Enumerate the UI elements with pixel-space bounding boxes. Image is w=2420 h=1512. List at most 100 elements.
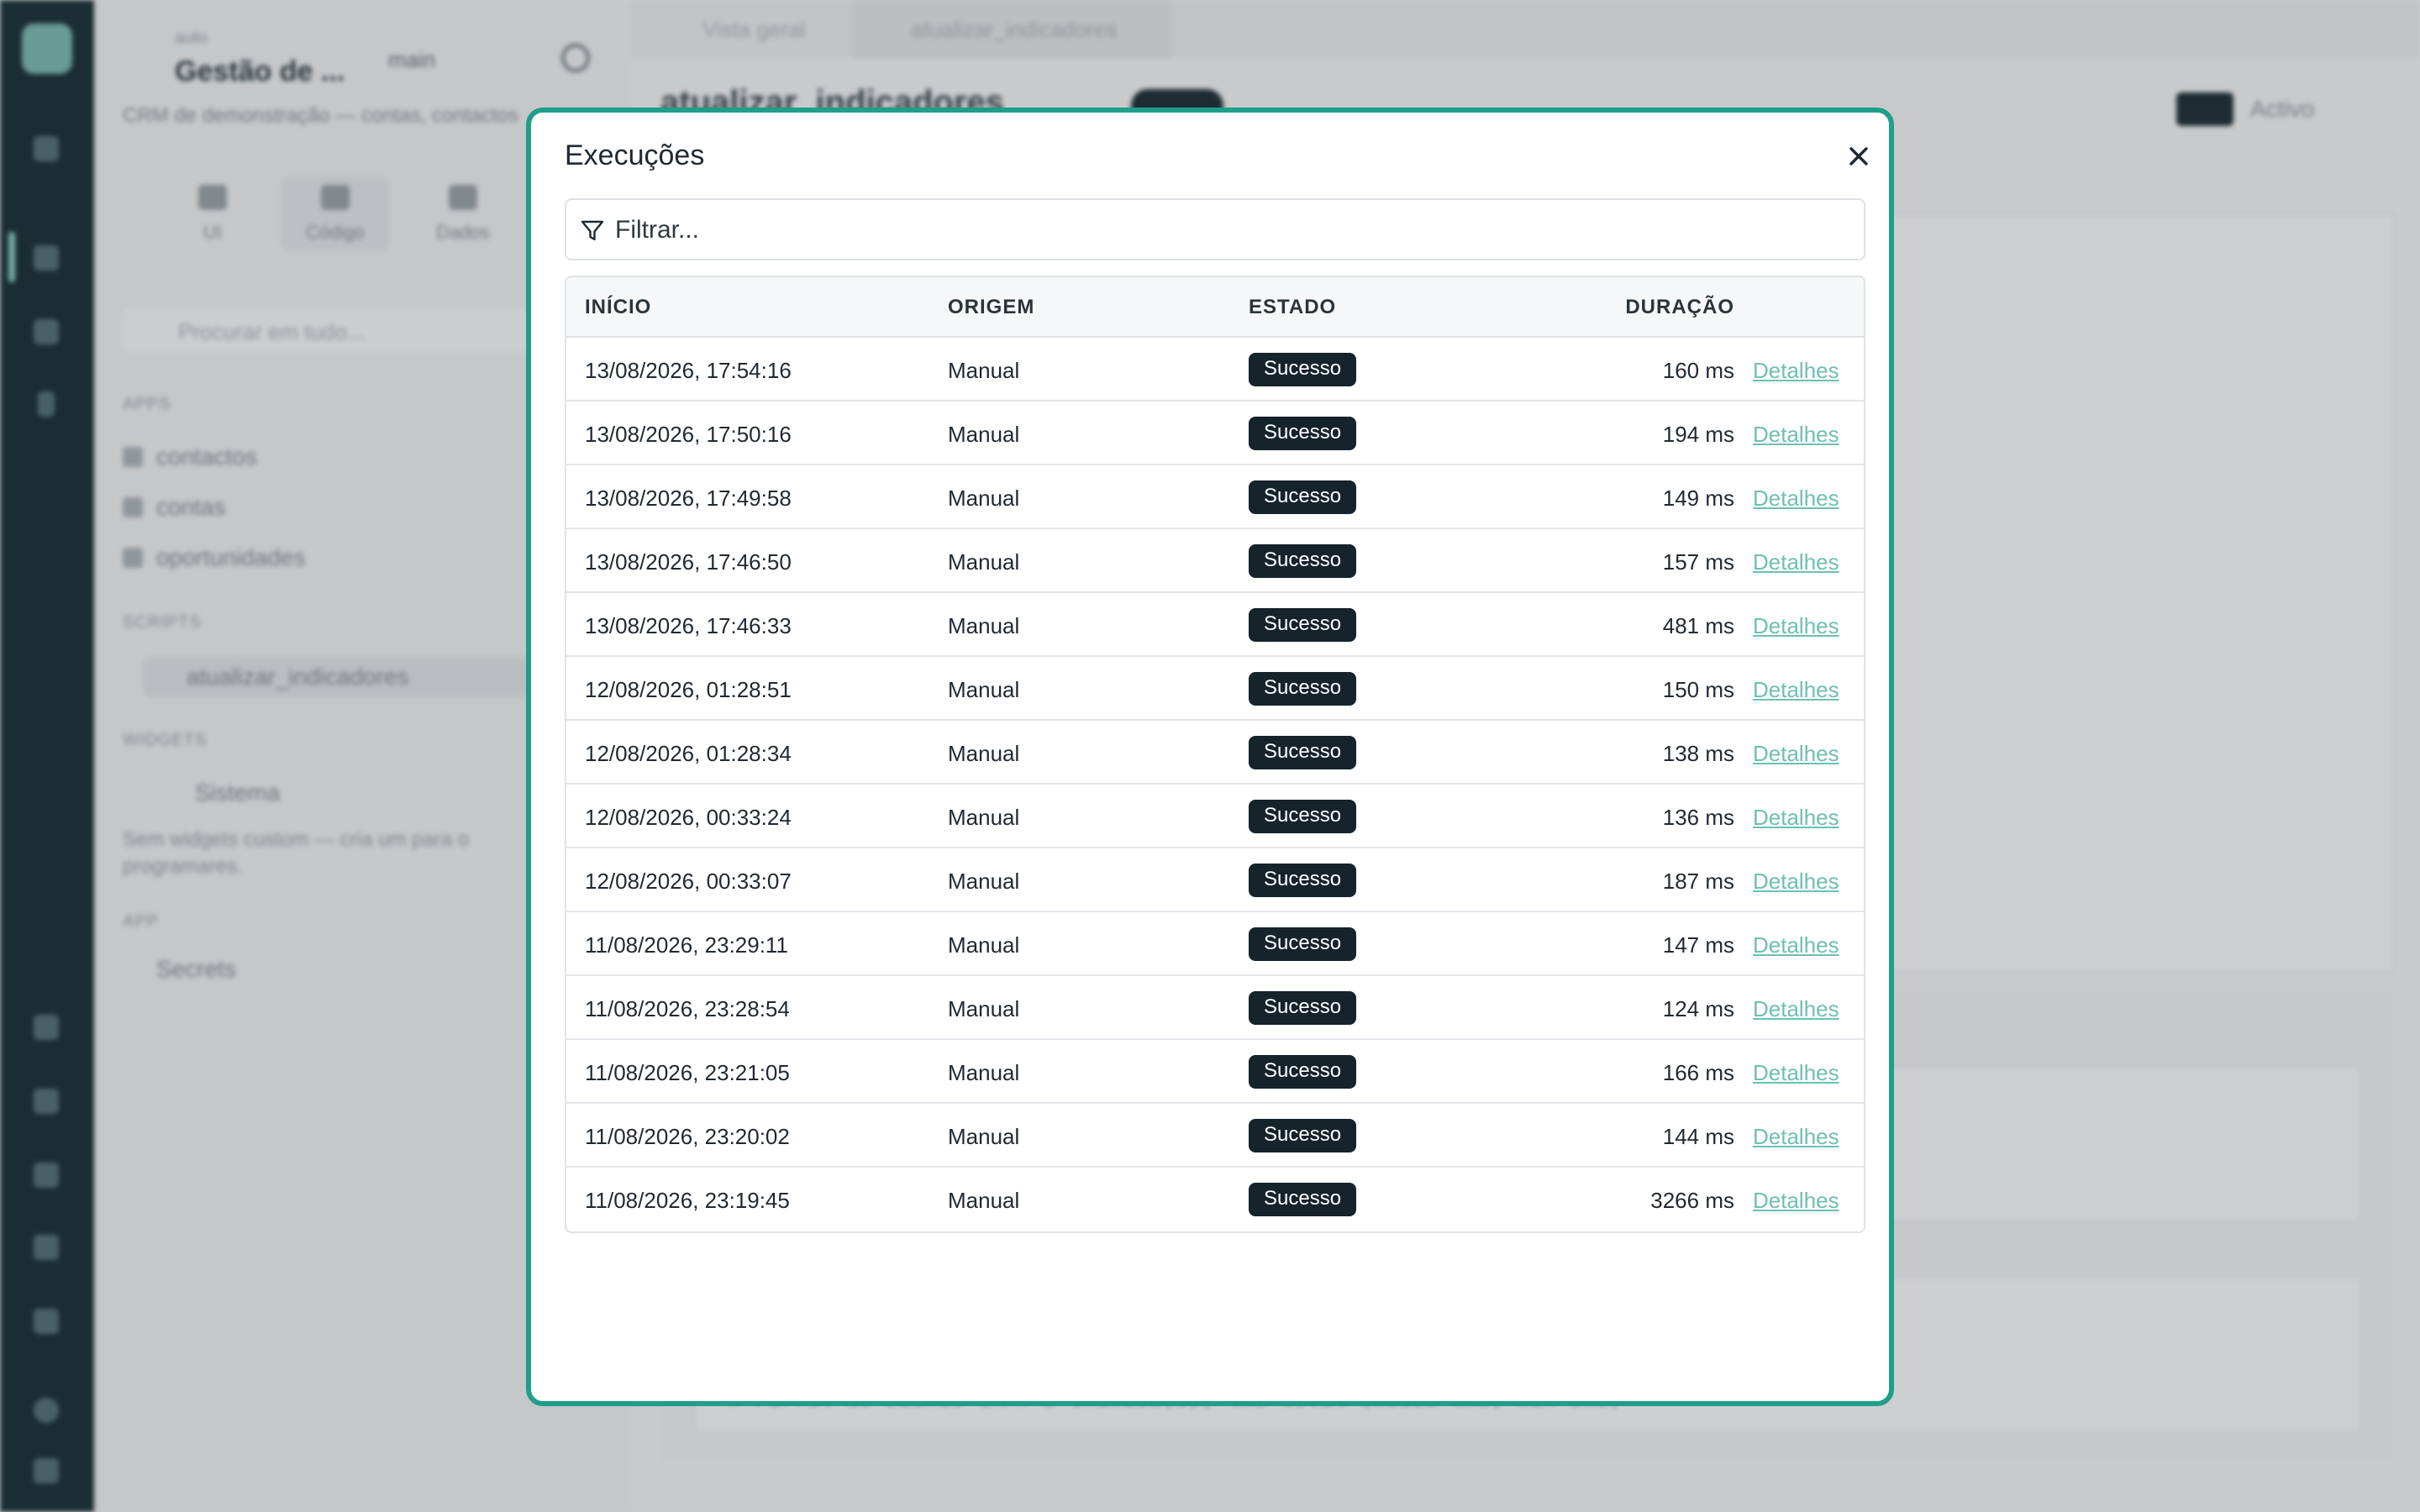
- duration: 124 ms: [1662, 996, 1734, 1021]
- table-row[interactable]: 12/08/2026, 00:33:24 Manual Sucesso 136 ms D…: [566, 785, 1864, 848]
- table-row[interactable]: 13/08/2026, 17:46:33 Manual Sucesso 481 ms D…: [566, 593, 1864, 657]
- status-badge: Sucesso: [1249, 1055, 1357, 1089]
- table-row[interactable]: 13/08/2026, 17:49:58 Manual Sucesso 149 ms D…: [566, 465, 1864, 529]
- duration: 166 ms: [1662, 1060, 1734, 1085]
- details-link[interactable]: Detalhes: [1753, 1188, 1839, 1214]
- close-icon[interactable]: [1842, 139, 1876, 173]
- state-cell: Sucesso: [1249, 927, 1357, 961]
- table-row[interactable]: 13/08/2026, 17:46:50 Manual Sucesso 157 ms D…: [566, 529, 1864, 593]
- table-header: INÍCIO ORIGEM ESTADO DURAÇÃO: [566, 277, 1864, 338]
- start-time: 11/08/2026, 23:21:05: [585, 1060, 790, 1085]
- details-link[interactable]: Detalhes: [1753, 741, 1839, 767]
- status-badge: Sucesso: [1249, 800, 1357, 833]
- status-badge: Sucesso: [1249, 991, 1357, 1025]
- duration: 481 ms: [1662, 613, 1734, 638]
- details-link[interactable]: Detalhes: [1753, 996, 1839, 1022]
- duration: 157 ms: [1662, 549, 1734, 575]
- details-link[interactable]: Detalhes: [1753, 358, 1839, 384]
- start-time: 11/08/2026, 23:29:11: [585, 932, 788, 958]
- table-row[interactable]: 11/08/2026, 23:28:54 Manual Sucesso 124 ms D…: [566, 976, 1864, 1040]
- duration: 194 ms: [1662, 422, 1734, 447]
- origin: Manual: [948, 677, 1020, 702]
- status-badge: Sucesso: [1249, 736, 1357, 769]
- start-time: 12/08/2026, 01:28:51: [585, 677, 792, 702]
- details-link[interactable]: Detalhes: [1753, 677, 1839, 703]
- origin: Manual: [948, 422, 1020, 447]
- state-cell: Sucesso: [1249, 480, 1357, 514]
- table-row[interactable]: 11/08/2026, 23:20:02 Manual Sucesso 144 ms D…: [566, 1104, 1864, 1168]
- filter-field[interactable]: [565, 198, 1865, 260]
- start-time: 13/08/2026, 17:54:16: [585, 358, 792, 383]
- executions-table: INÍCIO ORIGEM ESTADO DURAÇÃO 13/08/2026,…: [565, 276, 1865, 1233]
- origin: Manual: [948, 1124, 1020, 1149]
- status-badge: Sucesso: [1249, 1119, 1357, 1152]
- duration: 187 ms: [1662, 869, 1734, 894]
- details-link[interactable]: Detalhes: [1753, 932, 1839, 958]
- origin: Manual: [948, 932, 1020, 958]
- status-badge: Sucesso: [1249, 864, 1357, 897]
- duration: 160 ms: [1662, 358, 1734, 383]
- details-link[interactable]: Detalhes: [1753, 1124, 1839, 1150]
- status-badge: Sucesso: [1249, 672, 1357, 706]
- origin: Manual: [948, 869, 1020, 894]
- details-link[interactable]: Detalhes: [1753, 1060, 1839, 1086]
- state-cell: Sucesso: [1249, 800, 1357, 833]
- col-duration[interactable]: DURAÇÃO: [1491, 296, 1734, 319]
- details-link[interactable]: Detalhes: [1753, 549, 1839, 575]
- executions-modal: Execuções INÍCIO ORIGEM ESTADO DURAÇÃO 1…: [526, 108, 1894, 1406]
- table-row[interactable]: 11/08/2026, 23:29:11 Manual Sucesso 147 ms D…: [566, 912, 1864, 976]
- status-badge: Sucesso: [1249, 544, 1357, 578]
- start-time: 12/08/2026, 00:33:07: [585, 869, 792, 894]
- origin: Manual: [948, 1060, 1020, 1085]
- details-link[interactable]: Detalhes: [1753, 613, 1839, 639]
- table-row[interactable]: 13/08/2026, 17:54:16 Manual Sucesso 160 ms D…: [566, 338, 1864, 402]
- start-time: 13/08/2026, 17:46:50: [585, 549, 792, 575]
- status-badge: Sucesso: [1249, 353, 1357, 386]
- state-cell: Sucesso: [1249, 672, 1357, 706]
- status-badge: Sucesso: [1249, 1183, 1357, 1216]
- col-origin[interactable]: ORIGEM: [948, 296, 1034, 319]
- filter-icon: [581, 220, 604, 241]
- col-state[interactable]: ESTADO: [1249, 296, 1336, 319]
- table-body: 13/08/2026, 17:54:16 Manual Sucesso 160 ms D…: [566, 338, 1864, 1231]
- state-cell: Sucesso: [1249, 544, 1357, 578]
- table-row[interactable]: 11/08/2026, 23:19:45 Manual Sucesso 3266 ms…: [566, 1168, 1864, 1231]
- table-row[interactable]: 12/08/2026, 01:28:51 Manual Sucesso 150 ms D…: [566, 657, 1864, 721]
- table-row[interactable]: 12/08/2026, 00:33:07 Manual Sucesso 187 ms D…: [566, 848, 1864, 912]
- start-time: 11/08/2026, 23:19:45: [585, 1188, 790, 1213]
- duration: 150 ms: [1662, 677, 1734, 702]
- origin: Manual: [948, 486, 1020, 511]
- details-link[interactable]: Detalhes: [1753, 486, 1839, 512]
- duration: 149 ms: [1662, 486, 1734, 511]
- state-cell: Sucesso: [1249, 608, 1357, 642]
- duration: 138 ms: [1662, 741, 1734, 766]
- status-badge: Sucesso: [1249, 417, 1357, 450]
- status-badge: Sucesso: [1249, 480, 1357, 514]
- origin: Manual: [948, 996, 1020, 1021]
- details-link[interactable]: Detalhes: [1753, 805, 1839, 831]
- origin: Manual: [948, 613, 1020, 638]
- state-cell: Sucesso: [1249, 864, 1357, 897]
- status-badge: Sucesso: [1249, 608, 1357, 642]
- state-cell: Sucesso: [1249, 1119, 1357, 1152]
- col-start[interactable]: INÍCIO: [585, 296, 651, 319]
- start-time: 12/08/2026, 00:33:24: [585, 805, 792, 830]
- start-time: 13/08/2026, 17:49:58: [585, 486, 792, 511]
- state-cell: Sucesso: [1249, 991, 1357, 1025]
- table-row[interactable]: 13/08/2026, 17:50:16 Manual Sucesso 194 ms D…: [566, 402, 1864, 465]
- start-time: 12/08/2026, 01:28:34: [585, 741, 792, 766]
- details-link[interactable]: Detalhes: [1753, 869, 1839, 895]
- duration: 3266 ms: [1650, 1188, 1734, 1213]
- table-row[interactable]: 11/08/2026, 23:21:05 Manual Sucesso 166 ms D…: [566, 1040, 1864, 1104]
- origin: Manual: [948, 358, 1020, 383]
- table-row[interactable]: 12/08/2026, 01:28:34 Manual Sucesso 138 ms D…: [566, 721, 1864, 785]
- origin: Manual: [948, 805, 1020, 830]
- state-cell: Sucesso: [1249, 1055, 1357, 1089]
- duration: 144 ms: [1662, 1124, 1734, 1149]
- filter-input[interactable]: [613, 207, 1844, 254]
- start-time: 13/08/2026, 17:50:16: [585, 422, 792, 447]
- origin: Manual: [948, 741, 1020, 766]
- details-link[interactable]: Detalhes: [1753, 422, 1839, 448]
- state-cell: Sucesso: [1249, 417, 1357, 450]
- state-cell: Sucesso: [1249, 736, 1357, 769]
